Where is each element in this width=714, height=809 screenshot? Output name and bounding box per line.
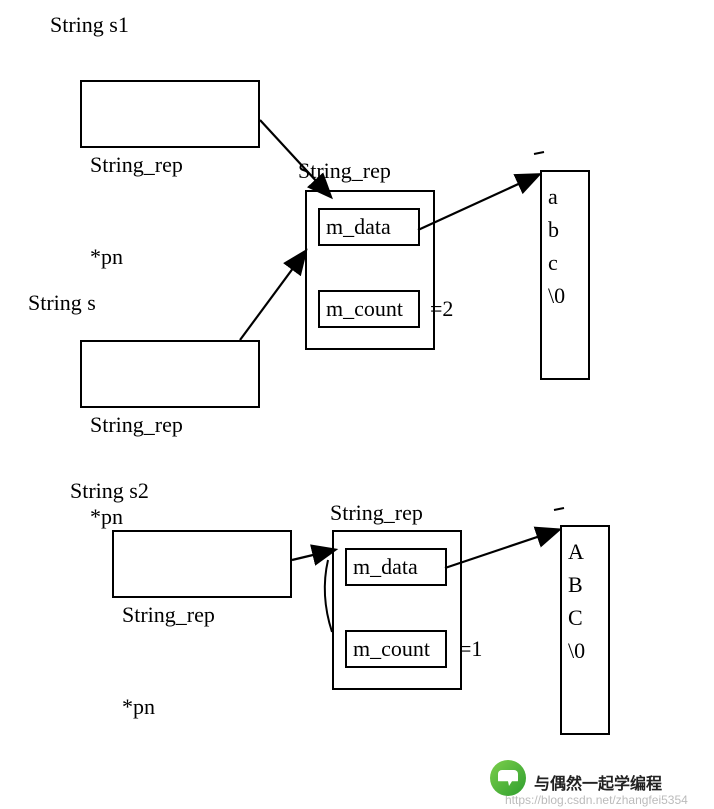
m-count-value-top: =2 <box>430 296 453 322</box>
m-data-box-top: m_data <box>318 208 420 246</box>
ptr-type: String_rep <box>90 410 250 441</box>
watermark-sub: https://blog.csdn.net/zhangfei5354 <box>505 793 688 807</box>
ptr-type: String_rep <box>90 150 250 181</box>
tick-bottom <box>554 508 564 510</box>
m-count-box-top: m_count <box>318 290 420 328</box>
label-string-rep-bottom: String_rep <box>330 500 423 526</box>
tick-top <box>534 152 544 154</box>
ptr-type: String_rep <box>122 600 282 631</box>
watermark-text: 与偶然一起学编程 <box>534 770 662 794</box>
m-data-label: m_data <box>326 214 391 239</box>
rep-curve-mark <box>325 560 332 632</box>
label-string-rep-top: String_rep <box>298 158 391 184</box>
ptr-name: *pn <box>90 502 250 533</box>
label-string-s: String s <box>28 290 96 316</box>
label-string-s1: String s1 <box>50 12 129 38</box>
data-block-bottom: A B C \0 <box>560 525 610 735</box>
m-count-value-bottom: =1 <box>459 636 482 662</box>
arrow-s2-to-rep <box>292 550 334 560</box>
m-count-label: m_count <box>353 636 430 661</box>
data-block-top: a b c \0 <box>540 170 590 380</box>
ptr-name: *pn <box>122 692 282 723</box>
m-data-label: m_data <box>353 554 418 579</box>
s-pointer-box: String_rep *pn <box>80 340 260 408</box>
m-count-box-bottom: m_count <box>345 630 447 668</box>
ptr-name: *pn <box>90 242 250 273</box>
m-data-box-bottom: m_data <box>345 548 447 586</box>
m-count-label: m_count <box>326 296 403 321</box>
s1-pointer-box: String_rep *pn <box>80 80 260 148</box>
s2-pointer-box: String_rep *pn <box>112 530 292 598</box>
arrow-mdata-to-data-top <box>418 175 538 230</box>
label-string-s2: String s2 <box>70 478 149 504</box>
wechat-icon <box>490 760 526 796</box>
